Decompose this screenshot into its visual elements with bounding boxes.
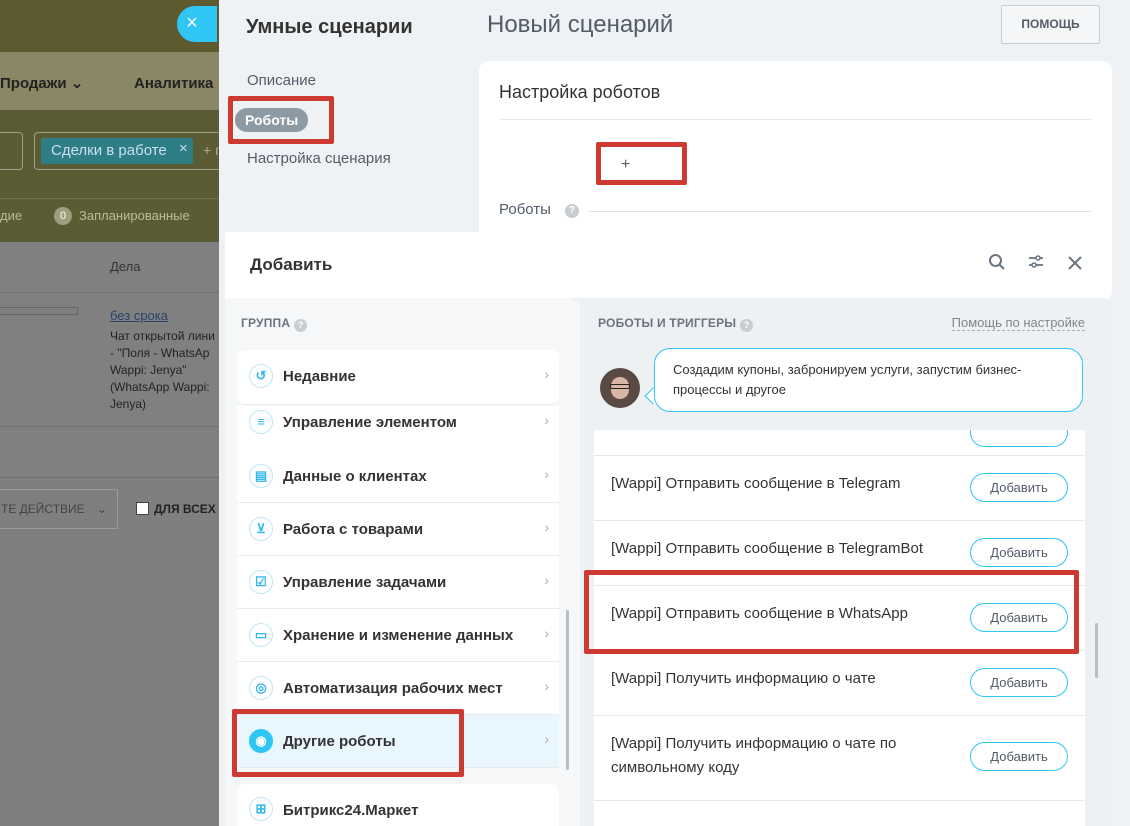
task-icon: ☑: [249, 570, 273, 594]
chevron-right-icon: ›: [544, 366, 549, 382]
background-filter: Сделки в работе × + г дие 0 Запланирован…: [0, 110, 240, 242]
highlight-other-robots: [232, 709, 464, 777]
group-item-automation[interactable]: ◎ Автоматизация рабочих мест ›: [237, 662, 559, 715]
chevron-right-icon: ›: [544, 412, 549, 428]
filter-icon[interactable]: [1024, 253, 1048, 277]
chevron-right-icon: ›: [544, 625, 549, 641]
market-icon: ⊞: [249, 797, 273, 821]
add-button[interactable]: Добавить: [970, 473, 1068, 502]
group-scrollbar[interactable]: [566, 610, 569, 770]
add-button[interactable]: Добавить: [970, 742, 1068, 771]
stat-planned: Запланированные: [79, 208, 190, 223]
background-list: Дела без срока Чат открытой лини - "Поля…: [0, 242, 240, 826]
history-icon: ↺: [249, 364, 273, 388]
robots-header: РОБОТЫ И ТРИГГЕРЫ?: [598, 316, 754, 332]
robot-item: [Wappi] Получить информацию о чате Добав…: [594, 651, 1085, 716]
filter-chip-label: Сделки в работе: [41, 138, 193, 164]
help-button[interactable]: ПОМОЩЬ: [1001, 5, 1100, 44]
stat-count: 0: [54, 207, 72, 225]
highlight-robots-nav: [228, 96, 334, 144]
activity-text: Чат открытой лини - "Поля - WhatsAp Wapp…: [110, 329, 215, 411]
stat-label: дие: [0, 208, 23, 223]
group-item-tasks[interactable]: ☑ Управление задачами ›: [237, 556, 559, 609]
settings-help-link[interactable]: Помощь по настройке: [951, 315, 1085, 331]
card-title: Настройка роботов: [499, 82, 661, 102]
group-item-products[interactable]: ⊻ Работа с товарами ›: [237, 503, 559, 556]
nav-analytics: Аналитика ⌄: [134, 75, 230, 92]
group-item-market[interactable]: ⊞ Битрикс24.Маркет: [237, 784, 559, 826]
storage-icon: ▭: [249, 623, 273, 647]
chevron-right-icon: ›: [544, 519, 549, 535]
element-icon: ≡: [249, 410, 273, 434]
automation-icon: ◎: [249, 676, 273, 700]
robots-label: Роботы: [499, 201, 551, 218]
add-button[interactable]: Добавить: [970, 668, 1068, 697]
group-header: ГРУППА?: [241, 316, 308, 332]
add-button[interactable]: Добавить: [970, 538, 1068, 567]
filter-dropdown: [0, 132, 23, 170]
add-robot-dialog: Добавить ГРУППА? ↺ Недавние › ≡ Управлен…: [225, 232, 1107, 826]
filter-chip: Сделки в работе × + г: [34, 132, 224, 170]
progress-stages: [0, 307, 78, 315]
for-all-checkbox: ДЛЯ ВСЕХ: [136, 502, 216, 516]
group-item-storage[interactable]: ▭ Хранение и изменение данных ›: [237, 609, 559, 662]
robot-item: [Wappi] Отправить сообщение в Telegram Д…: [594, 456, 1085, 521]
close-icon[interactable]: [1063, 253, 1087, 277]
robots-scrollbar[interactable]: [1095, 623, 1098, 678]
group-item-recent[interactable]: ↺ Недавние ›: [237, 350, 559, 405]
chevron-right-icon: ›: [544, 678, 549, 694]
dialog-header: Добавить: [225, 232, 1107, 298]
assistant-hint: Создадим купоны, забронируем услуги, зап…: [654, 348, 1083, 412]
column-header-activities: Дела: [110, 259, 141, 274]
chip-plus-icon: + г: [203, 142, 221, 158]
help-icon: ?: [740, 319, 754, 332]
slider-close-icon[interactable]: ×: [177, 6, 217, 42]
group-item-clients[interactable]: ▤ Данные о клиентах ›: [237, 450, 559, 503]
robot-item-partial: [594, 801, 1085, 826]
chevron-right-icon: ›: [544, 731, 549, 747]
search-icon[interactable]: [985, 253, 1009, 277]
slider-title: Умные сценарии: [246, 16, 413, 38]
highlight-whatsapp-robot: [584, 570, 1079, 654]
robot-item-partial: [594, 430, 1085, 456]
cart-icon: ⊻: [249, 517, 273, 541]
robot-item: [Wappi] Получить информацию о чате по си…: [594, 716, 1085, 801]
background-nav: Продажи ⌄ Аналитика ⌄: [0, 52, 240, 110]
background-crm: Продажи ⌄ Аналитика ⌄ Сделки в работе × …: [0, 0, 240, 826]
chevron-right-icon: ›: [544, 466, 549, 482]
robots-column: РОБОТЫ И ТРИГГЕРЫ? Помощь по настройке С…: [580, 298, 1107, 826]
dialog-title: Добавить: [250, 255, 333, 274]
assistant-avatar: [600, 368, 640, 408]
client-card-icon: ▤: [249, 464, 273, 488]
nav-scenario-settings[interactable]: Настройка сценария: [247, 150, 391, 167]
nav-description[interactable]: Описание: [247, 72, 316, 89]
deal-row: Дела без срока Чат открытой лини - "Поля…: [0, 242, 220, 478]
chevron-right-icon: ›: [544, 572, 549, 588]
due-link: без срока: [110, 308, 168, 323]
help-icon: ?: [294, 319, 308, 332]
action-select: ТЕ ДЕЙСТВИЕ ⌄: [0, 489, 118, 529]
highlight-add-button: [596, 142, 687, 185]
help-icon[interactable]: ?: [565, 204, 579, 218]
scenario-name: Новый сценарий: [487, 11, 674, 38]
chip-close-icon: ×: [179, 140, 188, 157]
nav-sales: Продажи ⌄: [0, 75, 84, 92]
add-button[interactable]: [970, 430, 1068, 447]
